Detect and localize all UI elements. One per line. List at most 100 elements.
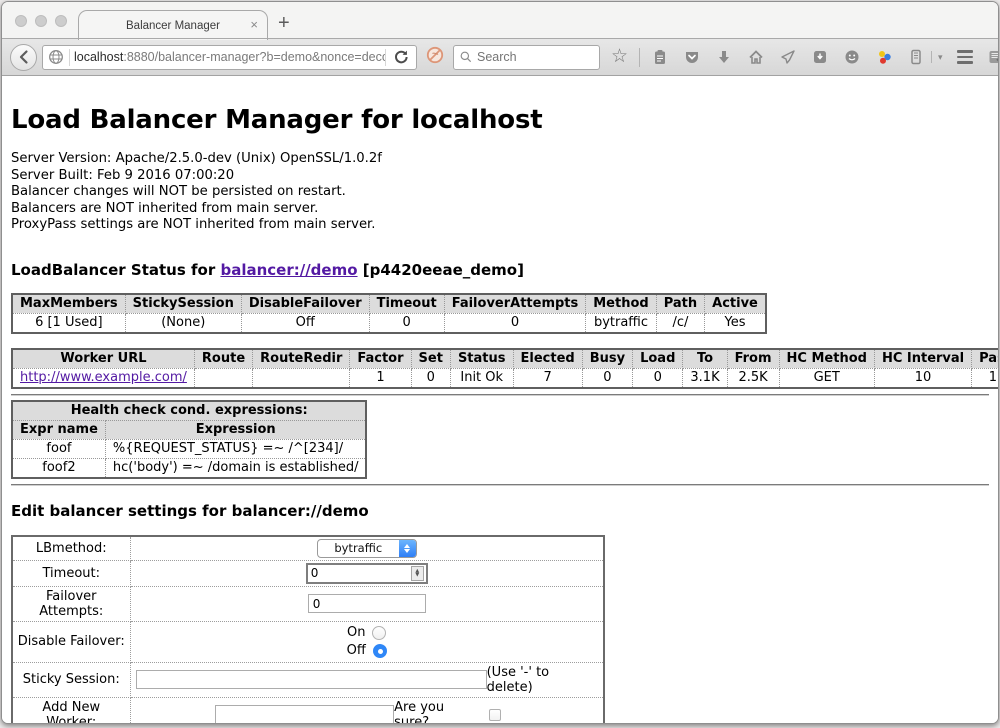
sticky-session-input[interactable] [136,670,487,689]
are-you-sure-checkbox[interactable] [489,709,501,721]
val-disablefailover: Off [241,313,369,333]
tab-close-icon[interactable]: × [250,18,258,32]
panel-grid-icon[interactable] [987,48,999,66]
globe-icon [47,48,65,66]
col-from: From [727,349,779,369]
lbmethod-row: LBmethod: bytraffic [12,536,604,561]
col-expr-name: Expr name [12,420,105,439]
col-stickysession: StickySession [125,294,241,314]
worker-table: Worker URL Route RouteRedir Factor Set S… [11,348,998,389]
radio-off-label: Off [347,642,366,660]
url-text[interactable]: localhost:8880/balancer-manager?b=demo&n… [70,50,385,64]
val-maxmembers: 6 [1 Used] [12,313,125,333]
proxypass-note: ProxyPass settings are NOT inherited fro… [11,217,989,234]
page-content: Load Balancer Manager for localhost Serv… [2,77,998,723]
val-passes: 1 (0) [972,368,998,388]
val-busy: 0 [582,368,632,388]
home-icon[interactable] [747,48,765,66]
col-routeredir: RouteRedir [253,349,350,369]
search-bar[interactable] [453,45,600,70]
col-hc-method: HC Method [779,349,874,369]
content-blocked-icon[interactable] [426,46,444,69]
menu-icon[interactable] [957,50,973,63]
timeout-input-wrap: ▲▼ [306,563,428,584]
col-expression: Expression [105,420,366,439]
feedback-smiley-icon[interactable] [843,48,861,66]
col-active: Active [705,294,766,314]
timeout-input[interactable] [308,566,411,580]
col-method: Method [586,294,656,314]
url-host: localhost [74,50,123,64]
val-status: Init Ok [450,368,513,388]
minimize-window-button[interactable] [35,15,47,27]
summary-header-row: MaxMembers StickySession DisableFailover… [12,294,766,314]
number-spinner-icon[interactable]: ▲▼ [411,566,424,581]
val-active: Yes [705,313,766,333]
col-passes: Passes [972,349,998,369]
worker-url-link[interactable]: http://www.example.com/ [20,370,187,385]
health-row-foof: foof %{REQUEST_STATUS} =~ /^[234]/ [12,439,366,458]
balancer-summary-table: MaxMembers StickySession DisableFailover… [11,293,767,334]
reading-list-icon[interactable] [651,48,669,66]
val-routeredir [253,368,350,388]
new-tab-button[interactable]: + [278,12,290,35]
persist-note: Balancer changes will NOT be persisted o… [11,184,989,201]
tab-title: Balancer Manager [126,20,220,32]
window-controls[interactable] [15,15,67,27]
edit-balancer-form: LBmethod: bytraffic Timeout: ▲▼ [11,535,605,723]
col-load: Load [633,349,683,369]
radio-off[interactable] [373,644,387,658]
select-stepper-icon [399,540,416,557]
disable-failover-label: Disable Failover: [12,621,130,662]
bookmark-star-icon[interactable]: ☆ [611,48,628,66]
url-bar[interactable]: localhost:8880/balancer-manager?b=demo&n… [42,45,417,70]
failover-attempts-input[interactable] [308,594,426,613]
back-button[interactable] [10,44,37,71]
worker-data-row: http://www.example.com/ 1 0 Init Ok 7 0 … [12,368,998,388]
zoom-window-button[interactable] [55,15,67,27]
search-input[interactable] [477,50,577,64]
health-row-foof2: foof2 hc('body') =~ /domain is establish… [12,458,366,478]
download-icon[interactable] [715,48,733,66]
add-worker-label: Add New Worker: [12,697,130,723]
are-you-sure-label: Are you sure? [394,700,483,723]
server-version: Server Version: Apache/2.5.0-dev (Unix) … [11,151,989,168]
radio-on-label: On [347,624,365,642]
tabbar-divider [2,38,998,39]
server-built: Server Built: Feb 9 2016 07:00:20 [11,168,989,185]
chevron-down-icon[interactable]: ▾ [938,52,943,63]
balancer-demo-link[interactable]: balancer://demo [220,261,357,279]
lbmethod-label: LBmethod: [12,536,130,561]
tab-balancer-manager[interactable]: Balancer Manager × [78,10,268,40]
share-dots-icon[interactable] [875,48,893,66]
navigation-toolbar: localhost:8880/balancer-manager?b=demo&n… [2,39,998,76]
close-window-button[interactable] [15,15,27,27]
col-route: Route [194,349,252,369]
col-factor: Factor [350,349,411,369]
col-path: Path [656,294,704,314]
val-failoverattempts: 0 [444,313,586,333]
tab-bar: Balancer Manager × + [2,2,998,39]
page-title: Load Balancer Manager for localhost [11,105,989,135]
section-divider-2 [11,484,989,486]
inherit-note: Balancers are NOT inherited from main se… [11,201,989,218]
save-page-icon[interactable] [811,48,829,66]
col-disablefailover: DisableFailover [241,294,369,314]
urlbar-divider2 [385,49,386,66]
loadbalancer-status-heading: LoadBalancer Status for balancer://demo … [11,261,989,279]
pocket-icon[interactable] [683,48,701,66]
extension-panel-icon[interactable] [907,48,925,66]
add-worker-input[interactable] [215,705,395,723]
val-timeout: 0 [369,313,444,333]
val-route [194,368,252,388]
reload-icon[interactable] [392,48,410,66]
col-failoverattempts: FailoverAttempts [444,294,586,314]
server-info: Server Version: Apache/2.5.0-dev (Unix) … [11,151,989,234]
send-tab-icon[interactable] [779,48,797,66]
expr-name-foof: foof [12,439,105,458]
radio-on[interactable] [372,626,386,640]
health-title-row: Health check cond. expressions: [12,401,366,421]
col-status: Status [450,349,513,369]
lbmethod-select[interactable]: bytraffic [317,539,417,558]
health-check-table: Health check cond. expressions: Expr nam… [11,400,367,479]
